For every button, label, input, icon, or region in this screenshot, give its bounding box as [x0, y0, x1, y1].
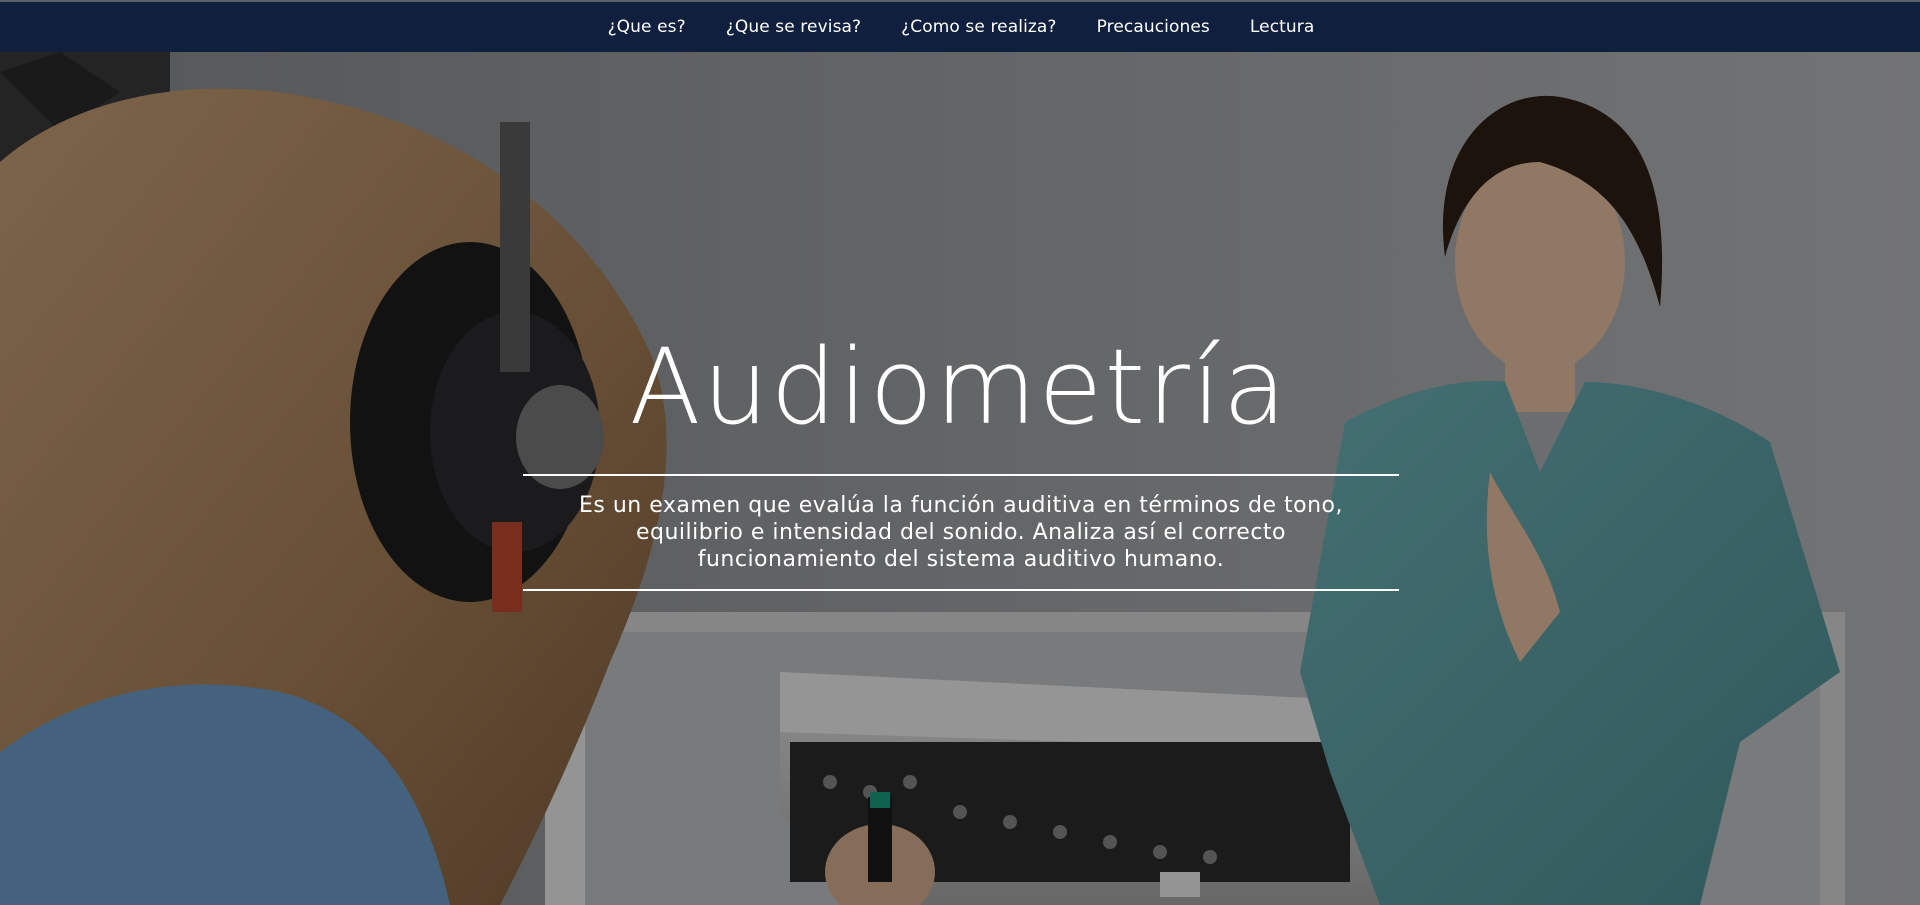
title-text: Audiometría	[629, 326, 1289, 448]
hero-content: Audiometría Es un examen que evalúa la f…	[0, 52, 1920, 905]
nav-link-que-se-revisa[interactable]: ¿Que se revisa?	[706, 2, 881, 52]
title-divider-top	[523, 474, 1399, 476]
title-divider-bottom	[523, 589, 1399, 591]
hero-section: Audiometría Es un examen que evalúa la f…	[0, 52, 1920, 905]
main-nav: ¿Que es? ¿Que se revisa? ¿Como se realiz…	[588, 2, 1335, 52]
hero-description: Es un examen que evalúa la función audit…	[578, 493, 1343, 572]
top-navigation-bar: ¿Que es? ¿Que se revisa? ¿Como se realiz…	[0, 0, 1920, 52]
page-title: Audiometría	[0, 332, 1920, 442]
nav-link-lectura[interactable]: Lectura	[1230, 2, 1335, 52]
nav-link-que-es[interactable]: ¿Que es?	[588, 2, 706, 52]
nav-link-precauciones[interactable]: Precauciones	[1077, 2, 1230, 52]
nav-link-como-se-realiza[interactable]: ¿Como se realiza?	[881, 2, 1076, 52]
page: ¿Que es? ¿Que se revisa? ¿Como se realiz…	[0, 0, 1920, 905]
